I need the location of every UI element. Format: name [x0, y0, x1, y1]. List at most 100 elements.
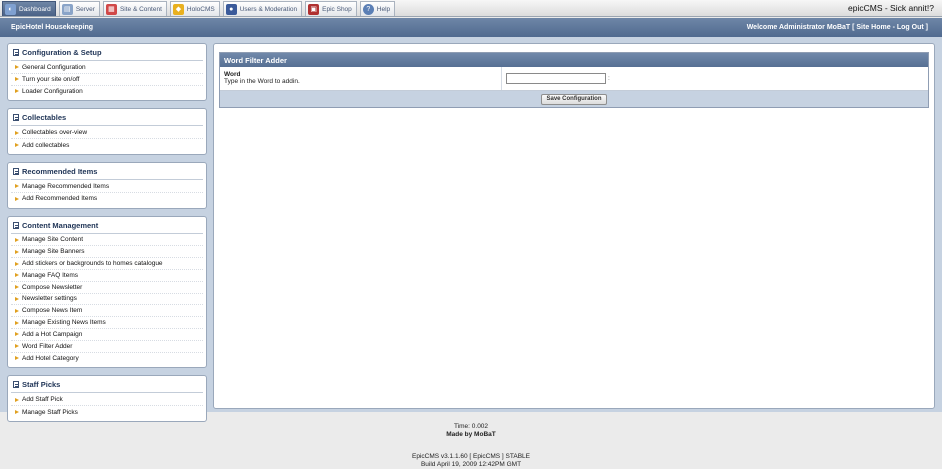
- tab-help[interactable]: ? Help: [359, 1, 396, 16]
- sidebar-item-label: Add stickers or backgrounds to homes cat…: [22, 260, 163, 268]
- tab-holocms[interactable]: ◆ HoloCMS: [169, 1, 220, 16]
- tab-label: Epic Shop: [322, 5, 352, 13]
- holocms-icon: ◆: [172, 3, 184, 15]
- logout-link[interactable]: Log Out: [897, 24, 924, 31]
- save-configuration-button[interactable]: Save Configuration: [541, 93, 607, 105]
- main-tabs: ◐ Dashboard ▤ Server ▦ Site & Content ◆ HoloCMS…: [2, 1, 398, 17]
- main-panel: Word Filter Adder Word Type in the Word …: [213, 43, 935, 409]
- welcome-text: Welcome Administrator MoBaT [: [746, 24, 855, 31]
- sidebar-block-title: Collectables: [11, 111, 203, 127]
- sidebar-block-title: Configuration & Setup: [11, 46, 203, 61]
- sidebar: Configuration & Setup General Configurati…: [7, 43, 207, 429]
- sidebar-block-title: Recommended Items: [11, 165, 203, 180]
- arrow-right-icon: [15, 273, 19, 278]
- sidebar-item-label: Newsletter settings: [22, 295, 77, 303]
- tab-label: Dashboard: [19, 5, 51, 13]
- sidebar-item-manage-recommended-items[interactable]: Manage Recommended Items: [11, 181, 203, 193]
- version-info: EpicCMS v3.1.1.60 [ EpicCMS ] STABLE: [411, 453, 530, 460]
- arrow-right-icon: [15, 77, 19, 82]
- word-input[interactable]: [506, 73, 606, 84]
- word-label: Word: [224, 71, 241, 78]
- sidebar-item-label: Manage Recommended Items: [22, 182, 110, 190]
- sidebar-item-loader-configuration[interactable]: Loader Configuration: [11, 86, 203, 98]
- sidebar-item-add-recommended-items[interactable]: Add Recommended Items: [11, 193, 203, 205]
- arrow-right-icon: [15, 184, 19, 189]
- arrow-right-icon: [15, 296, 19, 301]
- arrow-right-icon: [15, 237, 19, 242]
- word-label-cell: Word Type in the Word to addin.: [220, 67, 502, 90]
- page-footer: Time: 0.002 Made by MoBaT EpicCMS v3.1.1…: [0, 423, 942, 469]
- sidebar-item-add-collectables[interactable]: Add collectables: [11, 139, 203, 151]
- hotel-name: EpicHotel Housekeeping: [11, 24, 94, 31]
- sidebar-item-collectables-over-view[interactable]: Collectables over-view: [11, 127, 203, 140]
- tab-epic-shop[interactable]: ▣ Epic Shop: [305, 1, 357, 16]
- sidebar-item-label: Manage Staff Picks: [22, 408, 78, 416]
- sidebar-item-general-configuration[interactable]: General Configuration: [11, 62, 203, 74]
- sidebar-item-label: Compose News Item: [22, 307, 83, 315]
- build-info: Build April 19, 2009 12:42PM GMT: [420, 461, 522, 468]
- sidebar-item-manage-staff-picks[interactable]: Manage Staff Picks: [11, 406, 203, 418]
- nav-separator: -: [892, 24, 895, 31]
- brand-title: epicCMS - Sick annit!?: [848, 3, 934, 13]
- site-home-link[interactable]: Site Home: [856, 24, 890, 31]
- sidebar-item-turn-your-site-on-off[interactable]: Turn your site on/off: [11, 74, 203, 86]
- form-title: Word Filter Adder: [220, 53, 928, 67]
- sidebar-block-title-text: Configuration & Setup: [22, 48, 102, 57]
- arrow-right-icon: [15, 196, 19, 201]
- sidebar-block-title: Content Management: [11, 219, 203, 234]
- arrow-right-icon: [15, 410, 19, 415]
- sidebar-item-newsletter-settings[interactable]: Newsletter settings: [11, 294, 203, 306]
- tab-label: Server: [75, 5, 95, 13]
- sidebar-item-label: Manage FAQ Items: [22, 271, 78, 279]
- sidebar-item-label: Add Hotel Category: [22, 354, 79, 362]
- sidebar-item-add-staff-pick[interactable]: Add Staff Pick: [11, 394, 203, 407]
- nav-close-bracket: ]: [925, 24, 928, 31]
- sidebar-item-manage-existing-news-items[interactable]: Manage Existing News Items: [11, 317, 203, 329]
- document-icon: [13, 114, 19, 122]
- sidebar-item-add-hotel-category[interactable]: Add Hotel Category: [11, 353, 203, 365]
- document-icon: [13, 381, 19, 389]
- arrow-right-icon: [15, 356, 19, 361]
- tab-label: Users & Moderation: [239, 5, 298, 13]
- sidebar-item-label: Manage Site Content: [22, 236, 84, 244]
- arrow-right-icon: [15, 261, 19, 266]
- word-filter-form: Word Filter Adder Word Type in the Word …: [219, 52, 929, 108]
- sidebar-block-title-text: Content Management: [22, 220, 99, 230]
- users-icon: ●: [225, 3, 237, 15]
- tab-server[interactable]: ▤ Server: [58, 1, 100, 16]
- sidebar-item-label: Collectables over-view: [22, 129, 88, 137]
- sidebar-item-label: Word Filter Adder: [22, 342, 73, 350]
- sidebar-item-label: General Configuration: [22, 63, 86, 71]
- word-field-cell: :: [502, 67, 928, 90]
- sidebar-block-title-text: Staff Picks: [22, 380, 61, 390]
- sidebar-item-word-filter-adder[interactable]: Word Filter Adder: [11, 341, 203, 353]
- sidebar-item-add-stickers-or-backgrounds-to-homes-catalogue[interactable]: Add stickers or backgrounds to homes cat…: [11, 258, 203, 270]
- arrow-right-icon: [15, 397, 19, 402]
- sidebar-item-label: Add Recommended Items: [22, 195, 98, 203]
- help-icon: ?: [362, 3, 374, 15]
- form-footer: Save Configuration: [220, 91, 928, 107]
- tab-site-content[interactable]: ▦ Site & Content: [102, 1, 167, 16]
- sidebar-item-label: Add a Hot Campaign: [22, 330, 83, 338]
- sidebar-item-manage-site-banners[interactable]: Manage Site Banners: [11, 246, 203, 259]
- document-icon: [13, 49, 19, 56]
- sidebar-item-compose-news-item[interactable]: Compose News Item: [11, 305, 203, 318]
- sidebar-item-manage-faq-items[interactable]: Manage FAQ Items: [11, 270, 203, 282]
- server-icon: ▤: [61, 3, 73, 15]
- sidebar-item-manage-site-content[interactable]: Manage Site Content: [11, 235, 203, 247]
- document-icon: [13, 167, 19, 175]
- sidebar-item-label: Add Staff Pick: [22, 396, 63, 404]
- arrow-right-icon: [15, 320, 19, 325]
- sidebar-block-title-text: Recommended Items: [22, 166, 98, 176]
- tab-users-moderation[interactable]: ● Users & Moderation: [222, 1, 303, 16]
- content-icon: ▦: [105, 3, 117, 15]
- sidebar-item-add-a-hot-campaign[interactable]: Add a Hot Campaign: [11, 329, 203, 341]
- sidebar-item-label: Compose Newsletter: [22, 283, 83, 291]
- sidebar-item-compose-newsletter[interactable]: Compose Newsletter: [11, 282, 203, 294]
- arrow-right-icon: [15, 130, 19, 135]
- shop-icon: ▣: [308, 3, 320, 15]
- sidebar-block-title: Staff Picks: [11, 378, 203, 394]
- user-nav: Welcome Administrator MoBaT [ Site Home …: [747, 24, 928, 31]
- tab-dashboard[interactable]: ◐ Dashboard: [2, 1, 56, 16]
- sidebar-block-recommended-items: Recommended Items Manage Recommended Item…: [7, 161, 207, 209]
